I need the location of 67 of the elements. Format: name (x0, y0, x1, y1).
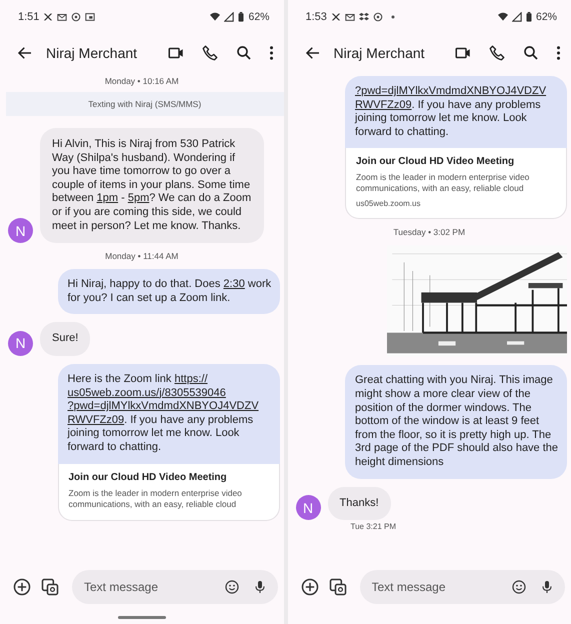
mail-icon (344, 12, 355, 22)
incoming-message: Sure! (40, 322, 90, 356)
outgoing-message: Hi Niraj, happy to do that. Does 2:30 work for you? I can set up a Zoom link. (58, 269, 280, 314)
link[interactable]: RWVFZz09 (68, 414, 124, 428)
dot-icon (390, 15, 395, 19)
avatar: N (296, 495, 320, 520)
battery-icon (238, 12, 244, 22)
link[interactable]: RWVFZz09 (355, 98, 412, 112)
contact-name: Niraj Merchant (46, 45, 138, 61)
phone-icon[interactable] (488, 44, 506, 62)
message-time: Tue 3:21 PM (350, 522, 398, 532)
outgoing-message: ?pwd=djlMYlkxVmdmdXNBYOJ4VDZV RWVFZz09. If you have any problems joining tomorrow let me know. Look forward to chatting. (345, 76, 567, 148)
bowtie-icon (330, 12, 341, 22)
gallery-icon[interactable] (40, 577, 60, 597)
phone-icon[interactable] (200, 44, 218, 62)
message-input[interactable]: Text message (370, 579, 499, 595)
preview-domain: us05web.zoom.us (356, 199, 422, 208)
search-icon[interactable] (234, 44, 252, 62)
more-menu-icon[interactable] (268, 44, 274, 62)
incoming-message: Hi Alvin, This is Niraj from 530 Patrick Way (Shilpa's husband). Wondering if you have time tomorrow to go over a couple of items in your plans. Some time between 1pm - 5pm? We can do a Zoom or if you are coming this side, we could meet in person? Let me know. Thanks. (40, 128, 264, 244)
link[interactable]: ?pwd=djlMYlkxVmdmdXNBYOJ4VDZV (355, 85, 546, 99)
preview-description: Zoom is the leader in modern enterprise video communications, with an easy, reliable cloud (68, 488, 243, 510)
message-bar[interactable]: Text message (360, 570, 565, 604)
add-icon[interactable] (300, 577, 320, 597)
emoji-icon[interactable] (224, 579, 240, 595)
preview-title: Join our Cloud HD Video Meeting (68, 472, 228, 482)
date-time-label: Monday • 11:44 AM (104, 251, 180, 262)
sms-banner: Texting with Niraj (SMS/MMS) (6, 92, 284, 116)
preview-title: Join our Cloud HD Video Meeting (356, 156, 516, 168)
mail-icon (57, 12, 68, 22)
add-icon[interactable] (12, 577, 32, 597)
status-time: 1:51 (18, 11, 40, 23)
avatar: N (8, 218, 33, 244)
link[interactable]: ?pwd=djlMYlkxVmdmdXNBYOJ4VDZV (68, 400, 259, 414)
battery-percent: 62% (536, 11, 557, 23)
bowtie-icon (43, 12, 54, 22)
link[interactable]: https:// (174, 372, 208, 387)
signal-icon (512, 12, 522, 22)
gear-icon (71, 12, 82, 22)
link[interactable]: us05web.zoom.us/j/8305539046 (68, 386, 226, 400)
preview-description: Zoom is the leader in modern enterprise video communications, with an easy, reliable cloud (356, 172, 530, 194)
search-icon[interactable] (522, 44, 540, 62)
gesture-bar[interactable] (118, 616, 166, 618)
link[interactable]: 2:30 (223, 278, 245, 292)
more-menu-icon[interactable] (556, 44, 561, 62)
emoji-icon[interactable] (511, 579, 527, 595)
message-input[interactable]: Text message (82, 579, 212, 595)
battery-icon (526, 12, 532, 22)
gear-icon (372, 12, 383, 22)
status-time: 1:53 (306, 11, 327, 23)
outgoing-message: Great chatting with you Niraj. This image might show a more clear view of the position of the dormer windows. The bottom of the window is at least 9 feet from the floor, so it is pretty high up. The 3rd page of the PDF should also have the height dimensions (345, 365, 567, 479)
wifi-icon (498, 12, 508, 22)
incoming-message: Thanks! (328, 486, 391, 520)
gallery-icon[interactable] (328, 577, 348, 597)
battery-percent: 62% (248, 11, 270, 23)
date-time-label: Monday • 10:16 AM (104, 76, 180, 86)
contact-name: Niraj Merchant (334, 45, 426, 61)
avatar: N (8, 330, 33, 356)
message-bar[interactable]: Text message (72, 570, 278, 604)
wifi-icon (210, 12, 220, 22)
date-time-label: Tuesday • 3:02 PM (392, 227, 466, 238)
link[interactable]: 1pm (96, 192, 118, 206)
signal-icon (224, 12, 234, 22)
link[interactable]: 5pm (128, 192, 150, 206)
boxes-icon (358, 12, 369, 22)
outgoing-message: Here is the Zoom link https:// us05web.zoom.us/j/8305539046 ?pwd=djlMYlkxVmdmdXNBYOJ4VDZV RWVFZz09. If you have any problems joining tomorrow let me know. Look forward to chatting. (58, 364, 280, 464)
window-icon (85, 12, 96, 22)
